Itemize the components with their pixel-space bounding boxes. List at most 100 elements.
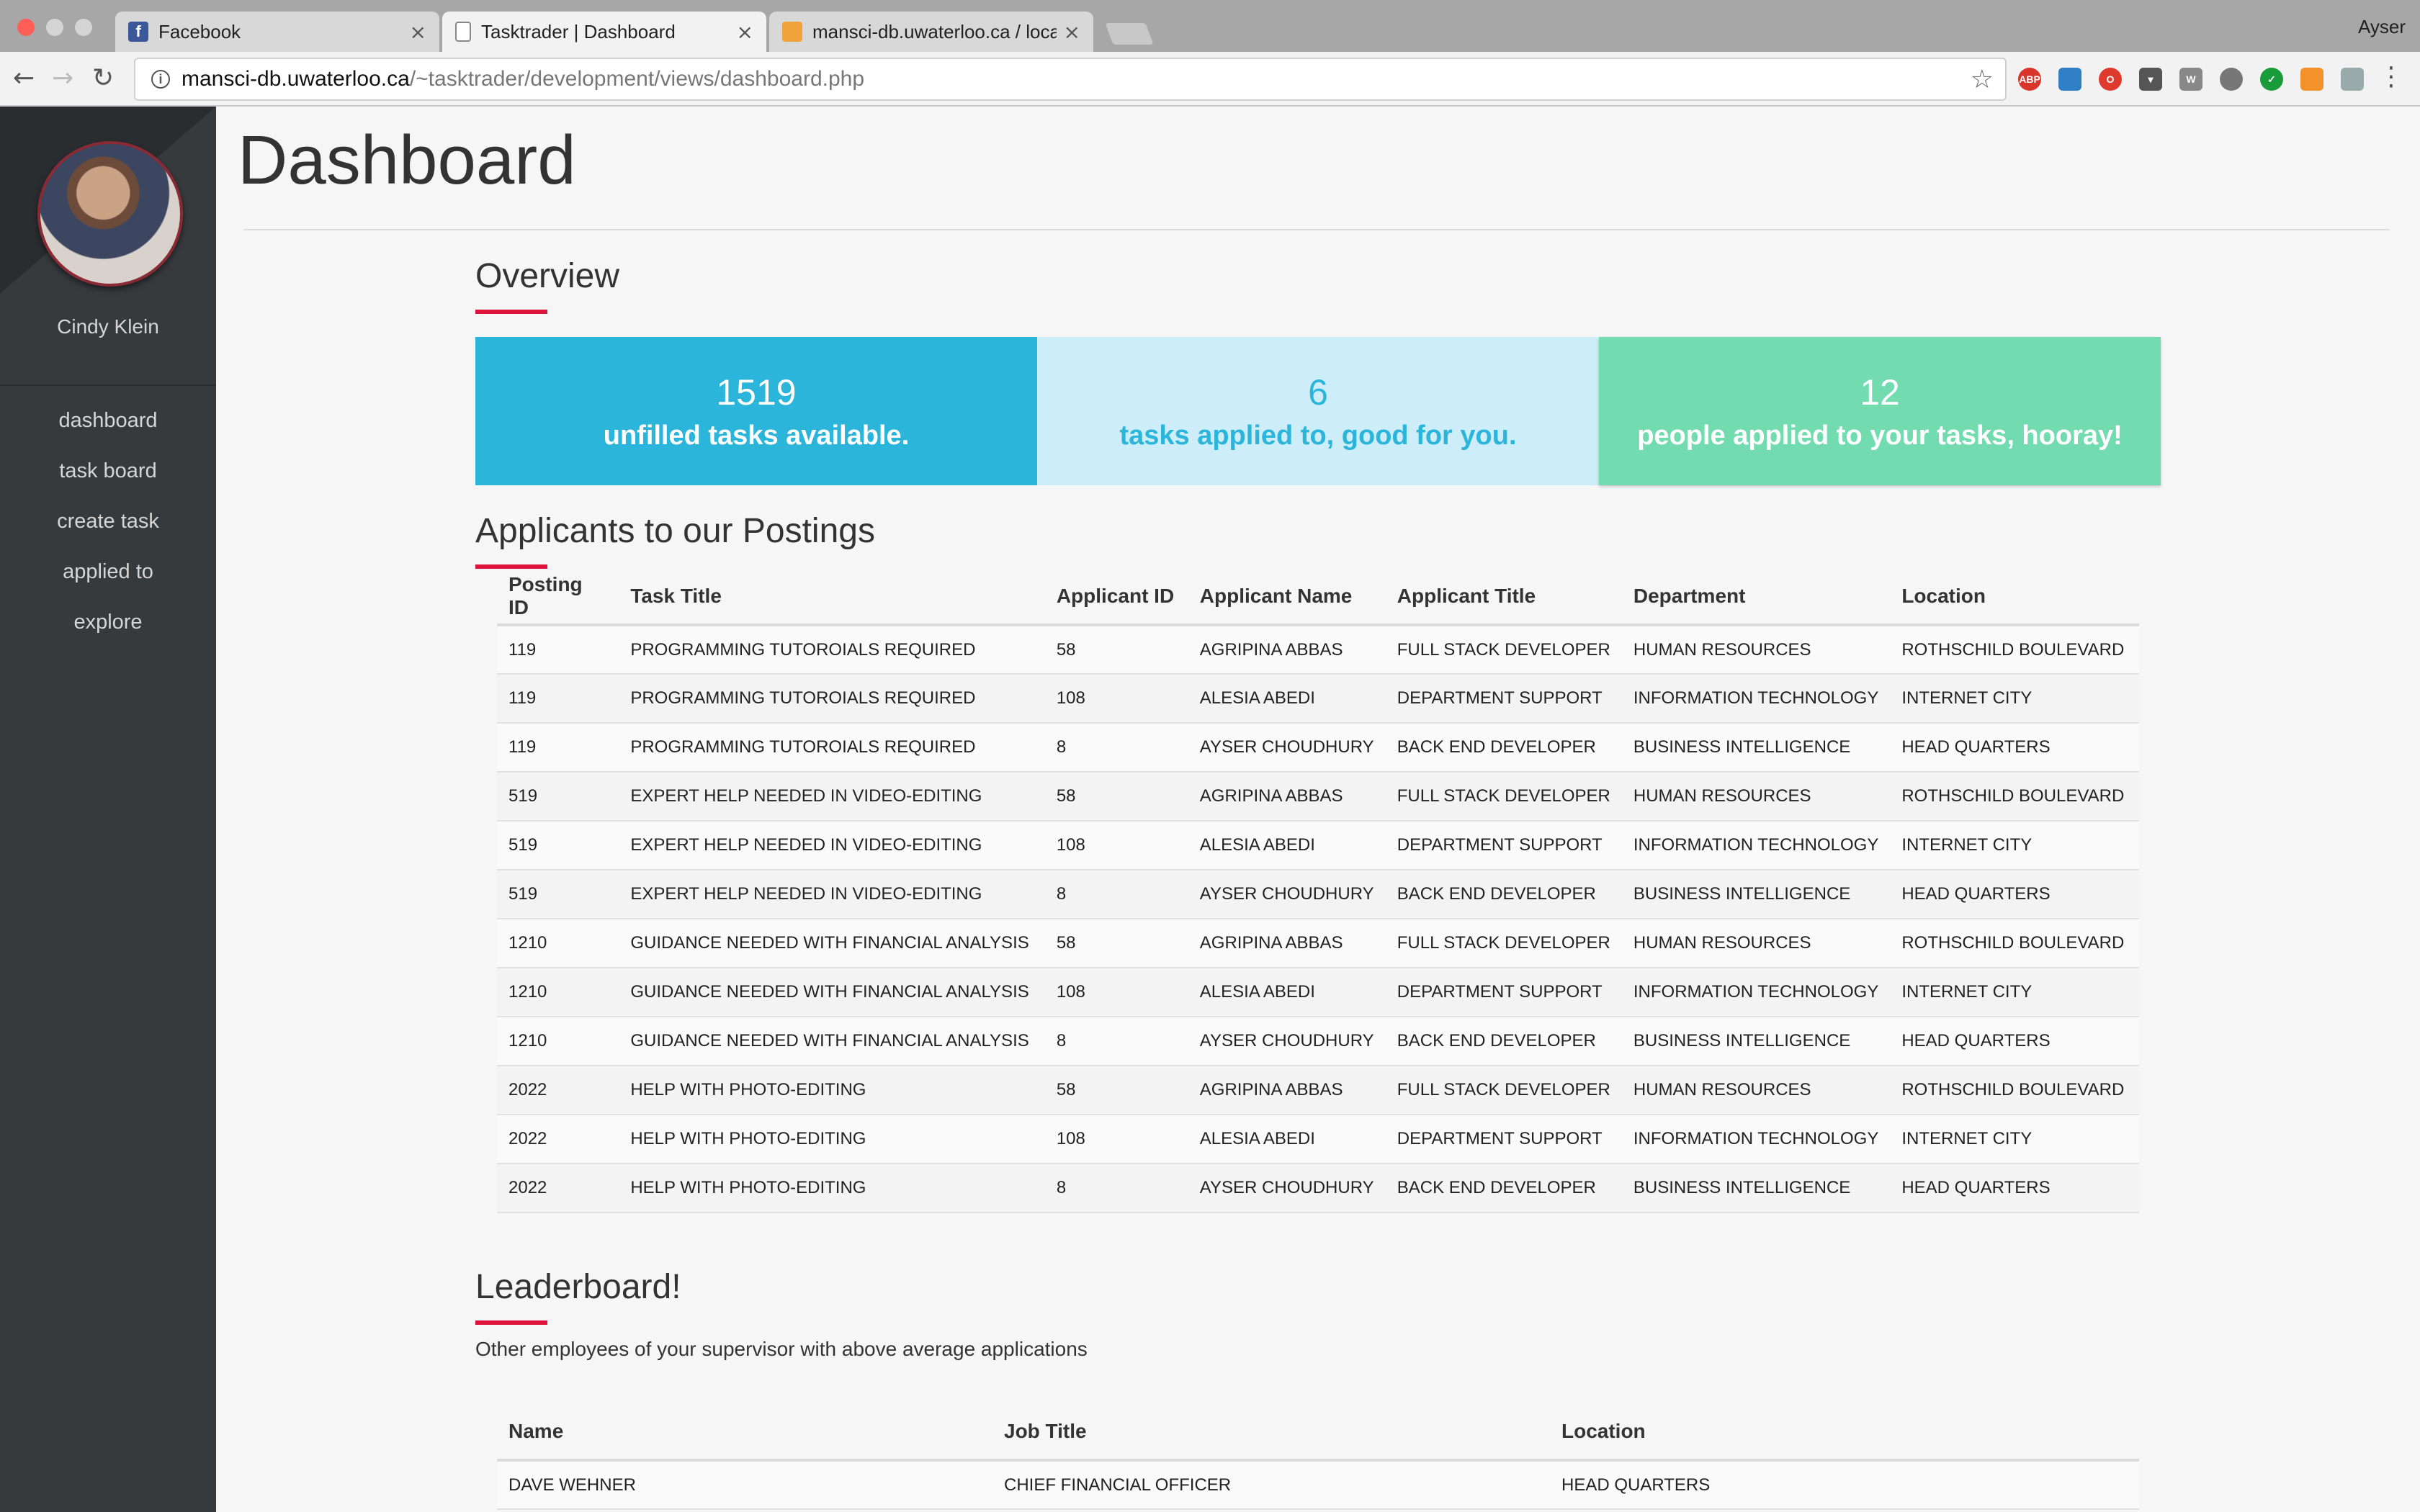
table-cell: INTERNET CITY: [1890, 968, 2139, 1017]
info-icon[interactable]: i: [151, 70, 170, 89]
gear-extension-icon[interactable]: [2220, 68, 2243, 91]
leaderboard-heading: Leaderboard!: [475, 1268, 681, 1306]
sidebar-item-create-task[interactable]: create task: [0, 510, 216, 534]
table-cell: BUSINESS INTELLIGENCE: [1621, 1164, 1891, 1213]
table-cell: 119: [497, 723, 619, 773]
stat-label: tasks applied to, good for you.: [1119, 420, 1517, 451]
table-cell: AYSER CHOUDHURY: [1188, 1017, 1386, 1066]
table-row[interactable]: DAVE WEHNER CHIEF FINANCIAL OFFICER HEAD Q…: [497, 1460, 2139, 1510]
browser-menu-icon[interactable]: ⋮: [2378, 62, 2404, 91]
table-row[interactable]: 2022 HELP WITH PHOTO-EDITING 108 ALESIA ABE…: [497, 1115, 2139, 1164]
table-cell: AYSER CHOUDHURY: [1188, 1164, 1386, 1213]
table-cell: BUSINESS INTELLIGENCE: [1621, 1017, 1891, 1066]
table-cell: INTERNET CITY: [1890, 821, 2139, 870]
table-cell: HUMAN RESOURCES: [1621, 625, 1891, 675]
close-tab-icon[interactable]: ×: [737, 20, 753, 44]
grid-extension-icon[interactable]: [2058, 68, 2081, 91]
table-cell: BACK END DEVELOPER: [1385, 870, 1622, 919]
avatar: [37, 141, 183, 287]
column-header-applicant-name[interactable]: Applicant Name: [1188, 569, 1386, 626]
table-row[interactable]: 1210 GUIDANCE NEEDED WITH FINANCIAL ANALY…: [497, 968, 2139, 1017]
stat-card-unfilled-tasks[interactable]: 1519 unfilled tasks available.: [475, 337, 1037, 485]
table-cell: BACK END DEVELOPER: [1385, 1164, 1622, 1213]
column-header-job-title[interactable]: Job Title: [992, 1404, 1550, 1462]
check-extension-icon[interactable]: ✓: [2260, 68, 2283, 91]
table-cell: AGRIPINA ABBAS: [1188, 1066, 1386, 1115]
leaderboard-heading-underline: [475, 1320, 547, 1325]
table-row[interactable]: 119 PROGRAMMING TUTOROIALS REQUIRED 108 ALE…: [497, 674, 2139, 724]
tab-title: mansci-db.uwaterloo.ca / local: [812, 20, 1057, 42]
table-row[interactable]: 2022 HELP WITH PHOTO-EDITING 8 AYSER CHOUDH…: [497, 1164, 2139, 1213]
browser-profile-name[interactable]: Ayser: [2358, 16, 2406, 38]
back-arrow-icon[interactable]: ←: [13, 63, 35, 93]
hubspot-extension-icon[interactable]: [2300, 68, 2323, 91]
sidebar-item-task-board[interactable]: task board: [0, 459, 216, 483]
maximize-window-button[interactable]: [75, 19, 92, 36]
forward-arrow-icon[interactable]: →: [52, 63, 73, 93]
table-cell: 1210: [497, 919, 619, 968]
sidebar: Cindy Klein dashboard task board create …: [0, 107, 216, 1512]
adblock-extension-icon[interactable]: ABP: [2018, 68, 2041, 91]
table-cell: FULL STACK DEVELOPER: [1385, 772, 1622, 822]
table-cell: 8: [1044, 1017, 1188, 1066]
pocket-extension-icon[interactable]: ▾: [2139, 68, 2162, 91]
dropbox-extension-icon[interactable]: [2341, 68, 2364, 91]
table-cell: 1210: [497, 968, 619, 1017]
new-tab-button[interactable]: [1105, 23, 1154, 45]
table-cell: PROGRAMMING TUTOROIALS REQUIRED: [619, 723, 1045, 773]
leaderboard-table: Name Job Title Location DAVE WEHNER CHIEF…: [497, 1404, 2139, 1510]
table-cell: GUIDANCE NEEDED WITH FINANCIAL ANALYSIS: [619, 1017, 1045, 1066]
column-header-location[interactable]: Location: [1890, 569, 2139, 626]
sidebar-item-explore[interactable]: explore: [0, 611, 216, 634]
column-header-name[interactable]: Name: [497, 1404, 992, 1462]
column-header-department[interactable]: Department: [1621, 569, 1891, 626]
minimize-window-button[interactable]: [46, 19, 63, 36]
opera-extension-icon[interactable]: O: [2099, 68, 2122, 91]
table-row[interactable]: 2022 HELP WITH PHOTO-EDITING 58 AGRIPINA AB…: [497, 1066, 2139, 1115]
close-tab-icon[interactable]: ×: [1064, 20, 1080, 44]
table-cell: BACK END DEVELOPER: [1385, 723, 1622, 773]
column-header-applicant-title[interactable]: Applicant Title: [1385, 569, 1622, 626]
browser-tab-facebook[interactable]: f Facebook ×: [115, 12, 439, 52]
table-row[interactable]: 1210 GUIDANCE NEEDED WITH FINANCIAL ANALY…: [497, 1017, 2139, 1066]
table-row[interactable]: 519 EXPERT HELP NEEDED IN VIDEO-EDITING 8 A…: [497, 870, 2139, 919]
bookmark-star-icon[interactable]: ☆: [1971, 65, 1994, 94]
column-header-applicant-id[interactable]: Applicant ID: [1044, 569, 1188, 626]
table-cell: EXPERT HELP NEEDED IN VIDEO-EDITING: [619, 870, 1045, 919]
w-extension-icon[interactable]: W: [2179, 68, 2202, 91]
table-cell: ALESIA ABEDI: [1188, 968, 1386, 1017]
address-bar[interactable]: i mansci-db.uwaterloo.ca/~tasktrader/dev…: [134, 58, 2007, 101]
column-header-posting-id[interactable]: Posting ID: [497, 569, 619, 626]
close-window-button[interactable]: [17, 19, 35, 36]
column-header-location[interactable]: Location: [1550, 1404, 2139, 1462]
sidebar-item-applied-to[interactable]: applied to: [0, 560, 216, 584]
table-row[interactable]: 519 EXPERT HELP NEEDED IN VIDEO-EDITING 10…: [497, 821, 2139, 870]
table-header-row: Name Job Title Location: [497, 1404, 2139, 1462]
sidebar-divider: [0, 384, 216, 386]
table-cell: FULL STACK DEVELOPER: [1385, 625, 1622, 675]
table-row[interactable]: 119 PROGRAMMING TUTOROIALS REQUIRED 8 AYSER…: [497, 723, 2139, 773]
close-tab-icon[interactable]: ×: [410, 20, 426, 44]
table-cell: 8: [1044, 870, 1188, 919]
applicants-heading: Applicants to our Postings: [475, 512, 875, 550]
sidebar-item-dashboard[interactable]: dashboard: [0, 409, 216, 433]
table-cell: FULL STACK DEVELOPER: [1385, 919, 1622, 968]
stat-card-people-applied[interactable]: 12 people applied to your tasks, hooray!: [1599, 337, 2161, 485]
table-cell: HUMAN RESOURCES: [1621, 772, 1891, 822]
table-cell: 58: [1044, 919, 1188, 968]
browser-tab-dashboard[interactable]: Tasktrader | Dashboard ×: [442, 12, 766, 52]
table-row[interactable]: 519 EXPERT HELP NEEDED IN VIDEO-EDITING 58…: [497, 772, 2139, 822]
table-row[interactable]: 119 PROGRAMMING TUTOROIALS REQUIRED 58 AGRI…: [497, 625, 2139, 675]
table-cell: HELP WITH PHOTO-EDITING: [619, 1066, 1045, 1115]
browser-tab-bar: f Facebook × Tasktrader | Dashboard × ma…: [0, 0, 2420, 52]
table-row[interactable]: 1210 GUIDANCE NEEDED WITH FINANCIAL ANALY…: [497, 919, 2139, 968]
table-cell: GUIDANCE NEEDED WITH FINANCIAL ANALYSIS: [619, 919, 1045, 968]
column-header-task-title[interactable]: Task Title: [619, 569, 1045, 626]
table-header-row: Posting ID Task Title Applicant ID Appli…: [497, 569, 2139, 626]
table-cell: HEAD QUARTERS: [1890, 870, 2139, 919]
stat-card-tasks-applied[interactable]: 6 tasks applied to, good for you.: [1037, 337, 1599, 485]
browser-tab-phpmyadmin[interactable]: mansci-db.uwaterloo.ca / local ×: [769, 12, 1093, 52]
table-cell: 2022: [497, 1115, 619, 1164]
reload-icon[interactable]: ↻: [92, 63, 114, 93]
applicants-table: Posting ID Task Title Applicant ID Appli…: [497, 569, 2139, 1213]
